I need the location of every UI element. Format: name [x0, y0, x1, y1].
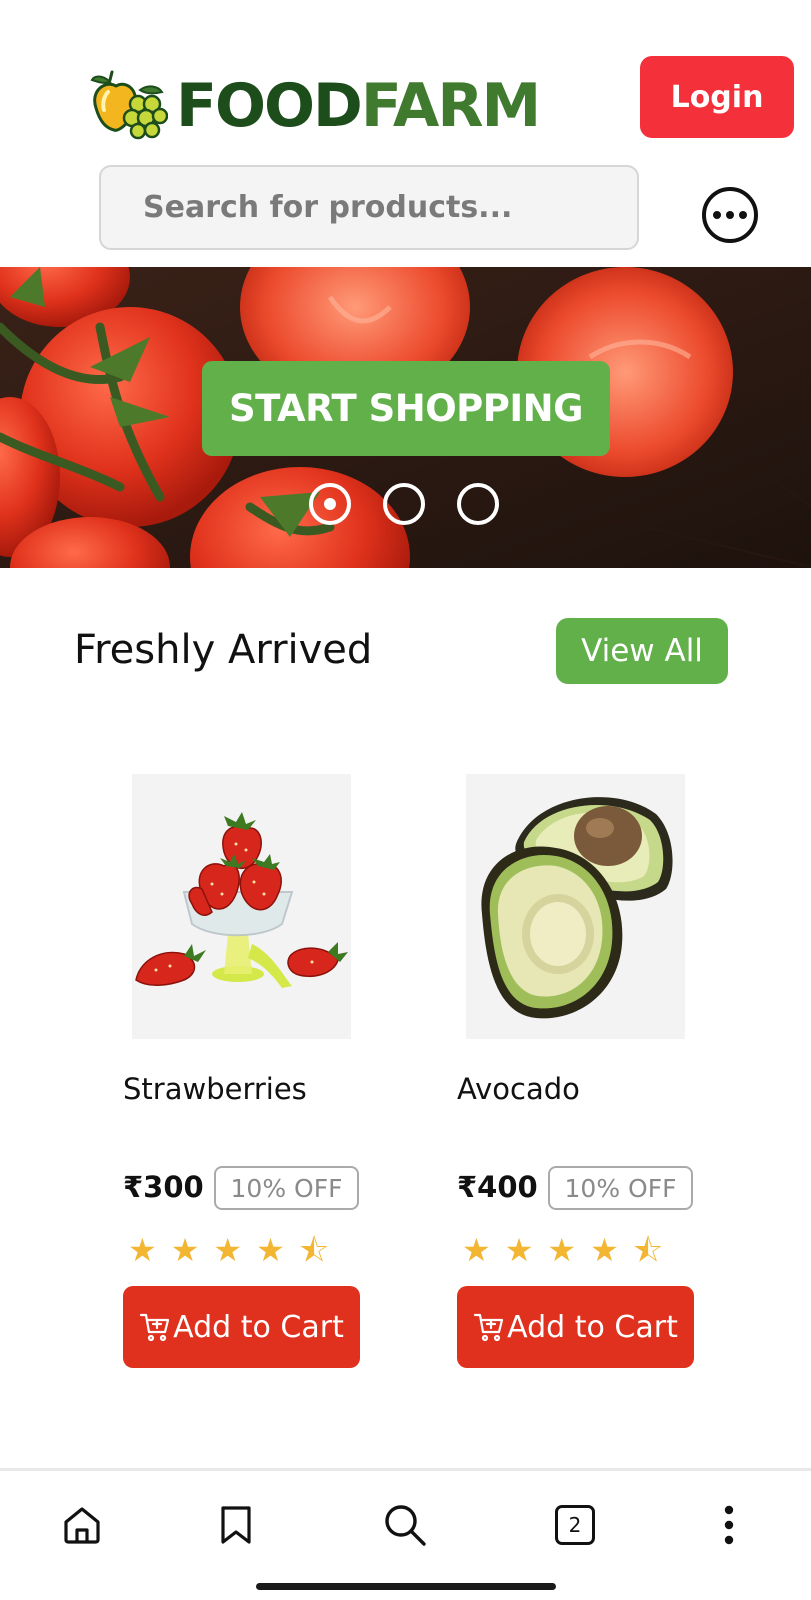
discount-badge: 10% OFF [548, 1166, 693, 1210]
bookmark-icon [221, 1506, 251, 1544]
rating-stars: ★ ★ ★ ★ ⯪ [462, 1234, 663, 1266]
star-icon: ★ [547, 1232, 577, 1268]
product-price: ₹400 [457, 1170, 538, 1204]
star-icon: ★ [590, 1232, 619, 1268]
bottom-navigation: 2 [0, 1468, 811, 1600]
rating-stars: ★ ★ ★ ★ ⯪ [128, 1234, 329, 1266]
section-title: Freshly Arrived [74, 627, 373, 673]
add-to-cart-button[interactable]: Add to Cart [123, 1286, 360, 1368]
more-menu-button[interactable] [705, 1501, 753, 1549]
tabs-button[interactable]: 2 [551, 1501, 599, 1549]
fruit-logo-icon [90, 70, 168, 140]
search-placeholder: Search for products... [143, 190, 513, 225]
home-button[interactable] [58, 1501, 106, 1549]
brand-farm: FARM [360, 71, 541, 141]
dot-icon [726, 211, 734, 219]
add-to-cart-button[interactable]: Add to Cart [457, 1286, 694, 1368]
dot-icon [713, 211, 721, 219]
search-icon [385, 1505, 426, 1546]
add-to-cart-label: Add to Cart [173, 1309, 344, 1345]
star-icon: ★ [504, 1232, 534, 1268]
hero-banner[interactable]: START SHOPPING [0, 267, 811, 568]
product-image[interactable] [132, 774, 351, 1039]
tabs-icon: 2 [555, 1505, 595, 1545]
search-input[interactable]: Search for products... [99, 165, 639, 250]
bookmark-button[interactable] [212, 1501, 260, 1549]
more-options-button[interactable] [702, 187, 758, 243]
star-half-icon: ⯪ [298, 1232, 330, 1268]
more-vertical-icon [724, 1505, 734, 1545]
dot-icon [739, 211, 747, 219]
product-price: ₹300 [123, 1170, 204, 1204]
product-name[interactable]: Strawberries [123, 1072, 307, 1106]
cart-plus-icon [474, 1313, 504, 1342]
view-all-button[interactable]: View All [556, 618, 728, 684]
star-icon: ★ [462, 1232, 491, 1268]
login-button[interactable]: Login [640, 56, 794, 138]
dot-icon [324, 498, 336, 510]
carousel-dot-1[interactable] [309, 483, 351, 525]
start-shopping-button[interactable]: START SHOPPING [202, 361, 610, 456]
discount-badge: 10% OFF [214, 1166, 359, 1210]
add-to-cart-label: Add to Cart [507, 1309, 678, 1345]
brand-name: FOODFARM [176, 76, 541, 136]
star-half-icon: ⯪ [632, 1232, 664, 1268]
foodfarm-logo[interactable]: FOODFARM [88, 68, 588, 144]
product-image[interactable] [466, 774, 685, 1039]
strawberries-image [135, 812, 348, 988]
star-icon: ★ [170, 1232, 200, 1268]
home-icon [64, 1507, 100, 1544]
avocado-image [481, 797, 673, 1019]
carousel-dot-2[interactable] [383, 483, 425, 525]
search-button[interactable] [381, 1501, 429, 1549]
carousel-indicators [309, 483, 499, 525]
carousel-dot-3[interactable] [457, 483, 499, 525]
product-name[interactable]: Avocado [457, 1072, 580, 1106]
home-indicator[interactable] [256, 1583, 556, 1590]
cart-plus-icon [140, 1313, 170, 1342]
brand-food: FOOD [176, 71, 363, 141]
star-icon: ★ [213, 1232, 243, 1268]
star-icon: ★ [128, 1232, 157, 1268]
star-icon: ★ [256, 1232, 285, 1268]
